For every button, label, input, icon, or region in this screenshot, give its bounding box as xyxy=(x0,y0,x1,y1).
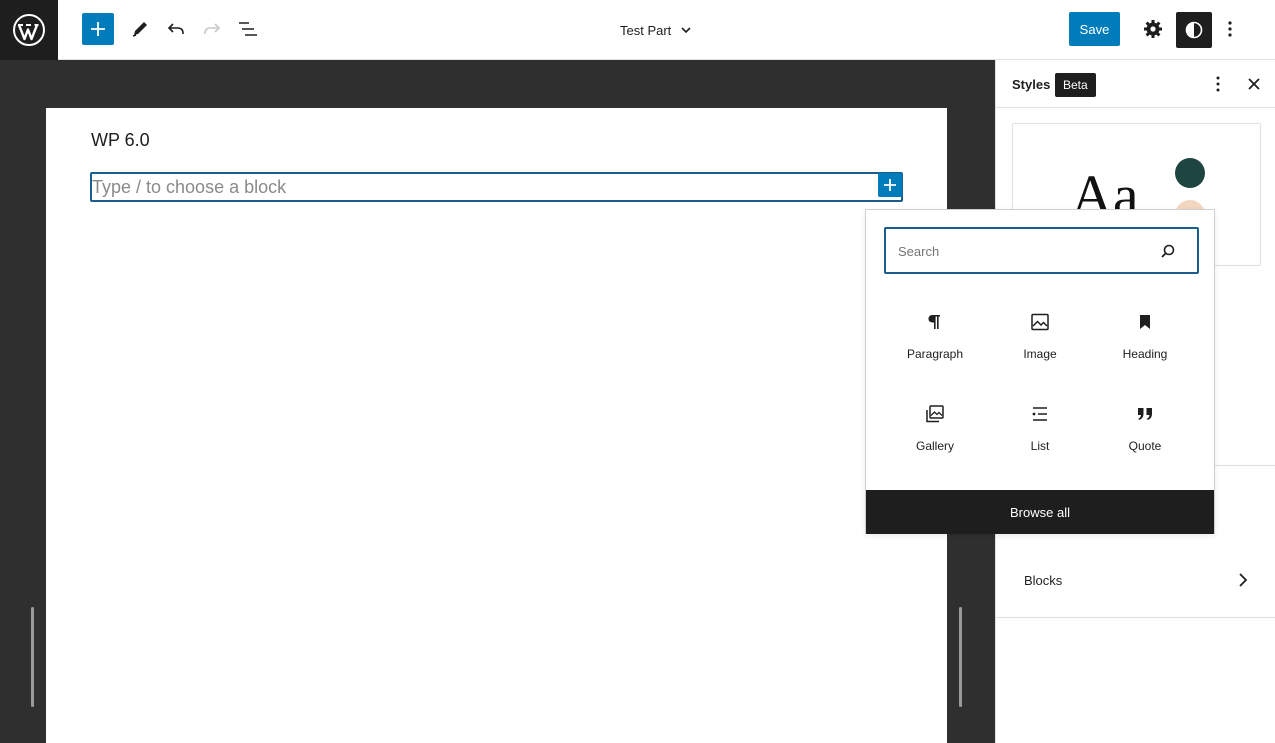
resize-handle-left[interactable] xyxy=(31,607,34,707)
block-label: Gallery xyxy=(915,439,954,453)
editor-canvas[interactable]: WP 6.0 Type / to choose a block xyxy=(46,108,947,743)
undo-button[interactable] xyxy=(160,13,192,45)
paragraph-icon xyxy=(923,310,947,334)
color-swatch-primary xyxy=(1175,158,1205,188)
quote-icon xyxy=(1133,402,1157,426)
block-item-image[interactable]: Image xyxy=(990,310,1090,390)
sidebar-title: Styles xyxy=(1012,77,1051,92)
wordpress-icon xyxy=(13,14,45,46)
block-item-gallery[interactable]: Gallery xyxy=(885,402,985,482)
sidebar-close-button[interactable] xyxy=(1242,72,1266,96)
block-label: Image xyxy=(1023,347,1057,361)
default-block-appender[interactable]: Type / to choose a block xyxy=(90,172,903,202)
inserter-search-box[interactable] xyxy=(884,227,1199,274)
block-item-quote[interactable]: Quote xyxy=(1095,402,1195,482)
block-label: Heading xyxy=(1122,347,1168,361)
more-vertical-icon xyxy=(1216,76,1220,92)
save-button[interactable]: Save xyxy=(1069,12,1120,46)
beta-badge: Beta xyxy=(1055,73,1096,97)
inline-block-inserter-button[interactable] xyxy=(878,173,902,197)
template-part-title[interactable]: WP 6.0 xyxy=(91,130,150,151)
block-inserter-popover: Paragraph Image Heading Gallery xyxy=(865,209,1215,534)
browse-all-button[interactable]: Browse all xyxy=(866,490,1214,534)
resize-handle-right[interactable] xyxy=(959,607,962,707)
block-label: Quote xyxy=(1128,439,1162,453)
undo-icon xyxy=(167,23,184,34)
list-view-icon xyxy=(239,22,257,36)
options-menu-button[interactable] xyxy=(1214,13,1246,45)
block-inserter-toggle[interactable] xyxy=(82,13,114,45)
editor-header: Test Part Save xyxy=(0,0,1275,60)
blocks-nav-label: Blocks xyxy=(1024,572,1063,588)
heading-icon xyxy=(1133,310,1157,334)
sidebar-header: Styles Beta xyxy=(996,60,1275,108)
sidebar-more-button[interactable] xyxy=(1206,72,1230,96)
styles-button[interactable] xyxy=(1176,12,1212,48)
list-icon xyxy=(1028,402,1052,426)
plus-icon xyxy=(884,179,896,191)
block-label: List xyxy=(1030,439,1050,453)
redo-icon xyxy=(204,23,221,34)
block-label: Paragraph xyxy=(906,347,964,361)
inserter-search-input[interactable] xyxy=(898,241,1148,261)
chevron-down-icon xyxy=(681,27,691,34)
block-item-list[interactable]: List xyxy=(990,402,1090,482)
blocks-nav-item[interactable]: Blocks xyxy=(1024,568,1249,592)
contrast-icon xyxy=(1185,21,1203,39)
list-view-button[interactable] xyxy=(232,13,264,45)
image-icon xyxy=(1028,310,1052,334)
plus-icon xyxy=(91,22,105,36)
settings-button[interactable] xyxy=(1137,13,1169,45)
search-icon xyxy=(1158,241,1178,261)
document-title-dropdown[interactable]: Test Part xyxy=(620,18,693,42)
editor-canvas-area: WP 6.0 Type / to choose a block xyxy=(0,60,995,743)
redo-button[interactable] xyxy=(196,13,228,45)
more-vertical-icon xyxy=(1228,21,1232,37)
gear-icon xyxy=(1144,20,1162,38)
wordpress-logo-button[interactable] xyxy=(0,0,58,60)
block-placeholder-text: Type / to choose a block xyxy=(92,177,287,197)
chevron-right-icon xyxy=(1239,573,1248,587)
block-item-heading[interactable]: Heading xyxy=(1095,310,1195,390)
sidebar-divider xyxy=(996,617,1275,618)
gallery-icon xyxy=(923,402,947,426)
pencil-icon xyxy=(132,22,147,37)
block-item-paragraph[interactable]: Paragraph xyxy=(885,310,985,390)
close-icon xyxy=(1248,78,1260,90)
document-title: Test Part xyxy=(620,22,672,38)
tools-button[interactable] xyxy=(124,13,156,45)
